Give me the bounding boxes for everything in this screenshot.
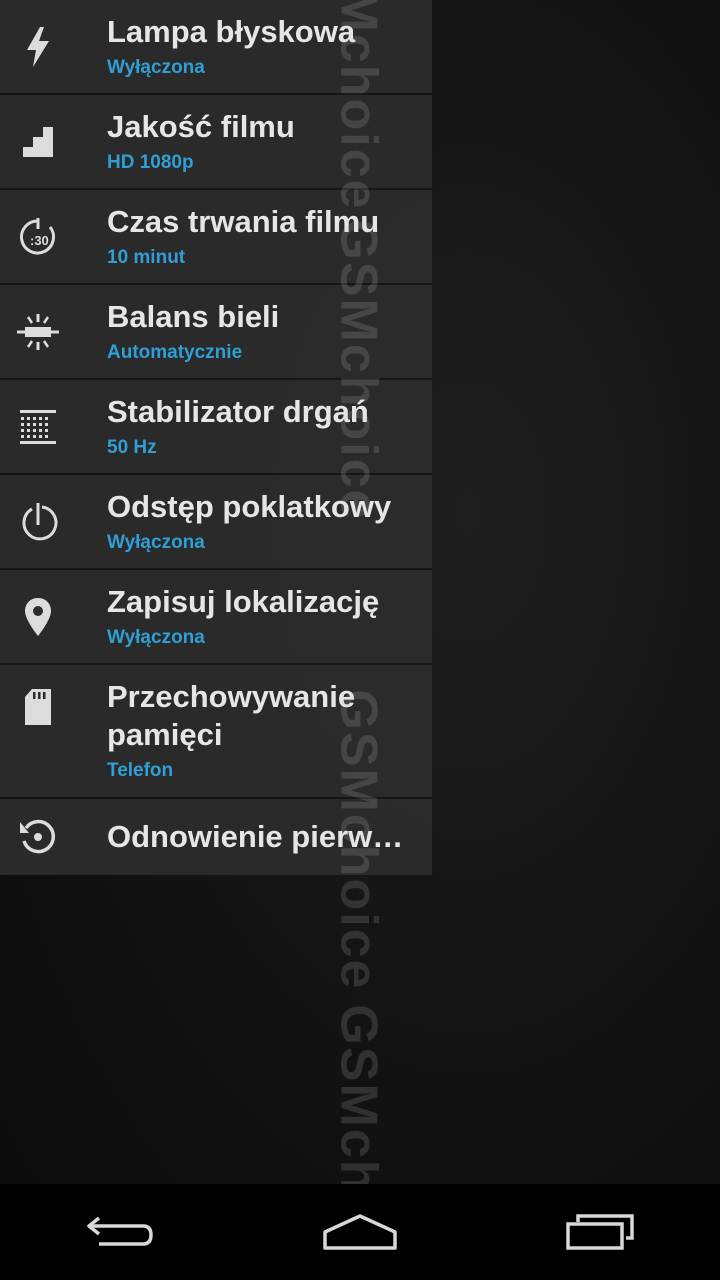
white-balance-icon: [14, 308, 62, 356]
camera-settings-screen: Lampa błyskowa Wyłączona Jakość filmu HD…: [0, 0, 720, 1280]
setting-storage[interactable]: Przechowywanie pamięci Telefon: [0, 665, 432, 799]
setting-title: Lampa błyskowa: [107, 13, 356, 49]
home-icon: [323, 1214, 397, 1250]
timer-30-icon: :30: [14, 213, 62, 261]
recent-apps-icon: [566, 1214, 634, 1250]
setting-value: Automatycznie: [107, 341, 243, 363]
setting-value: Wyłączona: [107, 56, 205, 78]
setting-time-lapse[interactable]: Odstęp poklatkowy Wyłączona: [0, 475, 432, 570]
setting-flash[interactable]: Lampa błyskowa Wyłączona: [0, 0, 432, 95]
setting-title: Odstęp poklatkowy: [107, 488, 392, 524]
setting-anti-flicker[interactable]: Stabilizator drgań 50 Hz: [0, 380, 432, 475]
back-button[interactable]: [70, 1197, 170, 1267]
setting-value: 50 Hz: [107, 436, 157, 458]
setting-value: Wyłączona: [107, 531, 205, 553]
setting-video-quality[interactable]: Jakość filmu HD 1080p: [0, 95, 432, 190]
sd-card-icon: [14, 683, 62, 731]
flash-icon: [14, 23, 62, 71]
navigation-bar: [0, 1184, 720, 1280]
flicker-grid-icon: [14, 403, 62, 451]
location-pin-icon: [14, 593, 62, 641]
setting-video-duration[interactable]: :30 Czas trwania filmu 10 minut: [0, 190, 432, 285]
setting-value: Wyłączona: [107, 626, 205, 648]
setting-title: Stabilizator drgań: [107, 393, 369, 429]
settings-menu: Lampa błyskowa Wyłączona Jakość filmu HD…: [0, 0, 432, 875]
setting-title: Odnowienie pierwotnych ustawień: [107, 819, 419, 854]
home-button[interactable]: [310, 1197, 410, 1267]
back-icon: [87, 1216, 153, 1246]
setting-title: Przechowywanie pamięci: [107, 679, 356, 752]
setting-title: Jakość filmu: [107, 108, 295, 144]
setting-title: Balans bieli: [107, 298, 280, 334]
setting-restore-defaults[interactable]: Odnowienie pierwotnych ustawień: [0, 799, 432, 875]
setting-value: Telefon: [107, 760, 174, 781]
setting-store-location[interactable]: Zapisuj lokalizację Wyłączona: [0, 570, 432, 665]
setting-value: 10 minut: [107, 246, 186, 268]
restore-icon: [14, 813, 62, 861]
time-lapse-icon: [14, 498, 62, 546]
quality-steps-icon: [14, 118, 62, 166]
recent-apps-button[interactable]: [550, 1197, 650, 1267]
setting-title: Zapisuj lokalizację: [107, 583, 380, 619]
setting-title: Czas trwania filmu: [107, 203, 380, 239]
svg-text::30: :30: [30, 233, 49, 248]
setting-white-balance[interactable]: Balans bieli Automatycznie: [0, 285, 432, 380]
setting-value: HD 1080p: [107, 151, 194, 173]
